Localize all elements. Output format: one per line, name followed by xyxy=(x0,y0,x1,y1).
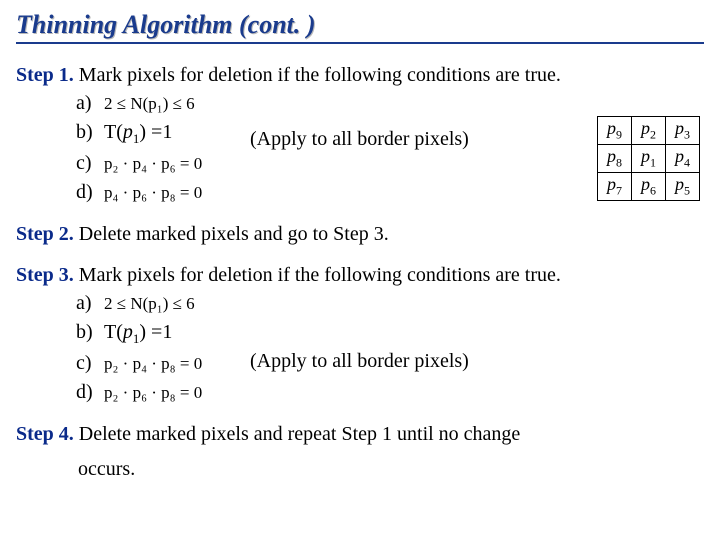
cond-post: ) =1 xyxy=(139,121,172,143)
cond-expr: T(p1) =1 xyxy=(104,318,172,349)
step-4-label: Step 4. xyxy=(16,423,74,445)
cond-expr: T(p1) =1 xyxy=(104,118,172,149)
cond-var: p xyxy=(123,121,133,143)
p-sym: p xyxy=(641,146,650,166)
cond-tag: a) xyxy=(76,289,98,318)
cond-expr: 2 ≤ N(p₁) ≤ 6 xyxy=(104,92,195,117)
step-3-conditions: a) 2 ≤ N(p₁) ≤ 6 b) T(p1) =1 c) p₂ · p₄ … xyxy=(76,289,704,407)
p-sub: 2 xyxy=(650,128,656,142)
pixel-neighborhood-grid: p9 p2 p3 p8 p1 p4 p7 p6 p5 xyxy=(597,116,700,201)
grid-cell: p7 xyxy=(598,173,632,201)
cond-a: a) 2 ≤ N(p₁) ≤ 6 xyxy=(76,89,704,118)
cond-expr: 2 ≤ N(p₁) ≤ 6 xyxy=(104,292,195,317)
step-2-label: Step 2. xyxy=(16,223,74,245)
p-sym: p xyxy=(641,118,650,138)
step-1-line: Step 1. Mark pixels for deletion if the … xyxy=(16,62,704,89)
cond-expr: p₂ · p₆ · p₈ = 0 xyxy=(104,381,202,406)
p-sub: 3 xyxy=(684,128,690,142)
p-sym: p xyxy=(675,118,684,138)
p-sub: 6 xyxy=(650,184,656,198)
grid-cell: p6 xyxy=(632,173,666,201)
p-sym: p xyxy=(641,174,650,194)
step-1-label: Step 1. xyxy=(16,64,74,86)
grid-cell: p4 xyxy=(666,145,700,173)
cond-b: b) T(p1) =1 xyxy=(76,318,704,349)
p-sub: 5 xyxy=(684,184,690,198)
step-2-line: Step 2. Delete marked pixels and go to S… xyxy=(16,221,704,248)
p-sym: p xyxy=(607,146,616,166)
step-3-text: Mark pixels for deletion if the followin… xyxy=(79,264,561,286)
p-sub: 7 xyxy=(616,184,622,198)
grid-cell: p5 xyxy=(666,173,700,201)
grid-cell: p8 xyxy=(598,145,632,173)
step-4-line: Step 4. Delete marked pixels and repeat … xyxy=(16,421,704,448)
p-sub: 8 xyxy=(616,156,622,170)
p-sym: p xyxy=(675,146,684,166)
cond-tag: c) xyxy=(76,149,98,178)
cond-post: ) =1 xyxy=(139,321,172,343)
cond-d: d) p₂ · p₆ · p₈ = 0 xyxy=(76,378,704,407)
cond-tag: d) xyxy=(76,378,98,407)
cond-expr: p₄ · p₆ · p₈ = 0 xyxy=(104,181,202,206)
step-2-text: Delete marked pixels and go to Step 3. xyxy=(79,223,389,245)
step-1-text: Mark pixels for deletion if the followin… xyxy=(79,64,561,86)
step-3-label: Step 3. xyxy=(16,264,74,286)
cond-tag: b) xyxy=(76,318,98,347)
p-sym: p xyxy=(607,174,616,194)
cond-expr: p₂ · p₄ · p₆ = 0 xyxy=(104,152,202,177)
grid-cell: p1 xyxy=(632,145,666,173)
cond-a: a) 2 ≤ N(p₁) ≤ 6 xyxy=(76,289,704,318)
apply-note-1: (Apply to all border pixels) xyxy=(250,128,469,151)
cond-tag: b) xyxy=(76,118,98,147)
cond-var: p xyxy=(123,321,133,343)
step-4-text-cont: occurs. xyxy=(78,456,704,483)
cond-pre: T( xyxy=(104,121,123,143)
p-sym: p xyxy=(675,174,684,194)
cond-tag: a) xyxy=(76,89,98,118)
grid-cell: p2 xyxy=(632,117,666,145)
cond-pre: T( xyxy=(104,321,123,343)
cond-expr: p₂ · p₄ · p₈ = 0 xyxy=(104,352,202,377)
p-sub: 4 xyxy=(684,156,690,170)
grid-cell: p3 xyxy=(666,117,700,145)
p-sub: 9 xyxy=(616,128,622,142)
p-sym: p xyxy=(607,118,616,138)
p-sub: 1 xyxy=(650,156,656,170)
cond-tag: c) xyxy=(76,349,98,378)
step-4-text: Delete marked pixels and repeat Step 1 u… xyxy=(79,423,521,445)
apply-note-2: (Apply to all border pixels) xyxy=(250,350,469,373)
step-3-line: Step 3. Mark pixels for deletion if the … xyxy=(16,262,704,289)
grid-cell: p9 xyxy=(598,117,632,145)
slide-title: Thinning Algorithm (cont. ) xyxy=(16,10,704,44)
cond-tag: d) xyxy=(76,178,98,207)
